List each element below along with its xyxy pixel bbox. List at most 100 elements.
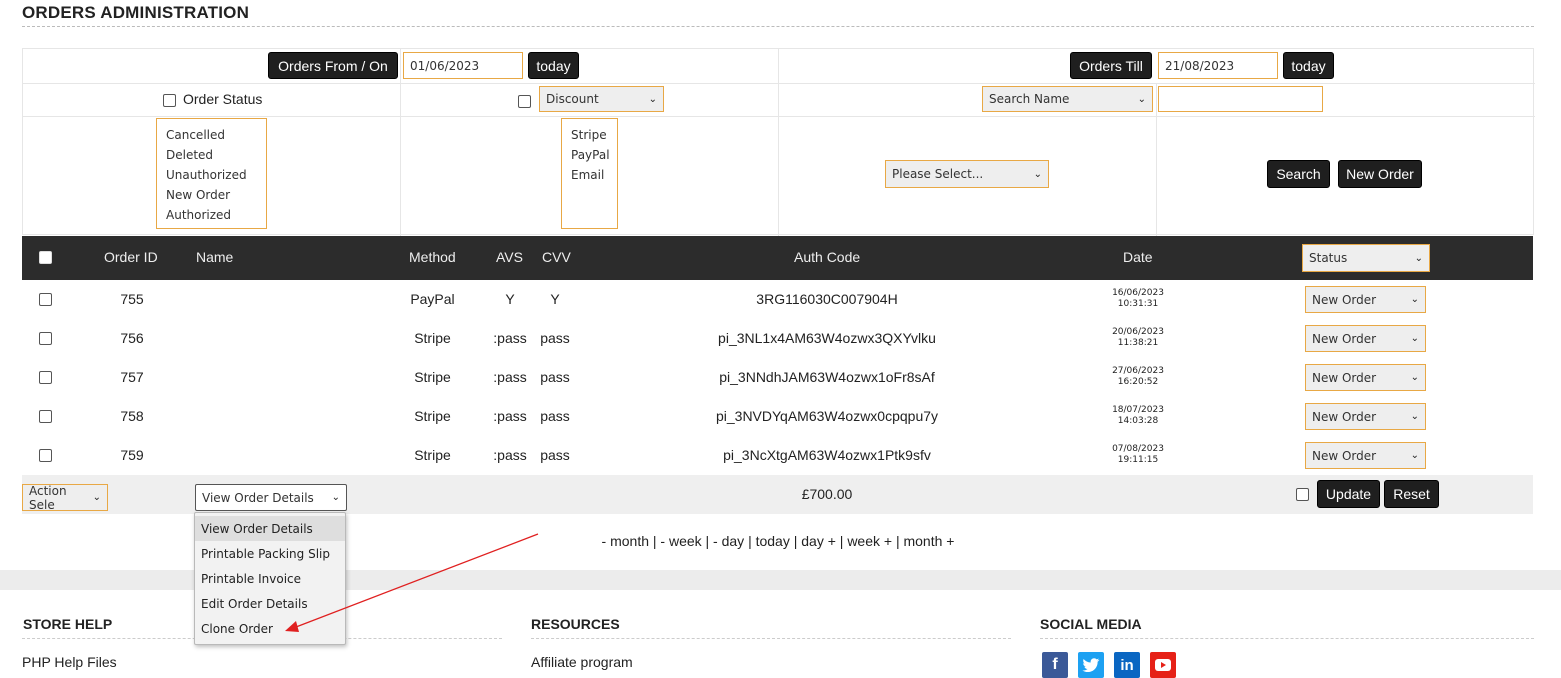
orders-table-header: Order ID Name Method AVS CVV Auth Code D… <box>22 236 1533 280</box>
row-checkbox[interactable] <box>39 332 52 345</box>
action-select-value: Action Sele <box>29 484 67 511</box>
order-method: Stripe <box>414 330 451 346</box>
search-button[interactable]: Search <box>1267 160 1330 188</box>
order-status-label: Order Status <box>183 91 263 107</box>
order-status-select[interactable]: New Order ⌄ <box>1305 286 1426 313</box>
listbox-option[interactable]: Cancelled <box>166 125 257 145</box>
order-date-day: 18/07/2023 <box>1112 405 1164 415</box>
listbox-option[interactable]: Authorized <box>166 205 257 225</box>
order-id[interactable]: 756 <box>107 330 157 346</box>
menu-item-clone-order[interactable]: Clone Order <box>195 616 345 641</box>
orders-from-button[interactable]: Orders From / On <box>268 52 398 79</box>
orders-till-button[interactable]: Orders Till <box>1070 52 1152 79</box>
update-checkbox[interactable] <box>1296 488 1309 501</box>
twitter-bird-glyph <box>1082 657 1100 672</box>
menu-item-printable-invoice[interactable]: Printable Invoice <box>195 566 345 591</box>
divider <box>23 83 1535 84</box>
order-id[interactable]: 757 <box>107 369 157 385</box>
view-order-select[interactable]: View Order Details ⌄ <box>195 484 347 511</box>
search-name-select[interactable]: Search Name ⌄ <box>982 86 1153 112</box>
row-checkbox[interactable] <box>39 410 52 423</box>
menu-item-edit-order-details[interactable]: Edit Order Details <box>195 591 345 616</box>
status-filter-value: Status <box>1309 251 1348 265</box>
header-avs: AVS <box>496 249 523 265</box>
order-status-select[interactable]: New Order ⌄ <box>1305 403 1426 430</box>
order-date: 20/06/2023 11:38:21 <box>1098 327 1178 349</box>
chevron-down-icon: ⌄ <box>1410 372 1419 383</box>
order-avs: :pass <box>493 447 527 463</box>
youtube-icon[interactable] <box>1150 652 1176 678</box>
please-select-dropdown[interactable]: Please Select... ⌄ <box>885 160 1049 188</box>
order-status-select[interactable]: New Order ⌄ <box>1305 442 1426 469</box>
menu-item-view-order-details[interactable]: View Order Details <box>195 516 345 541</box>
row-checkbox[interactable] <box>39 293 52 306</box>
table-row: 758 Stripe :pass pass pi_3NVDYqAM63W4ozw… <box>22 397 1533 437</box>
from-today-button[interactable]: today <box>528 52 579 79</box>
table-row: 757 Stripe :pass pass pi_3NNdhJAM63W4ozw… <box>22 358 1533 398</box>
new-order-button[interactable]: New Order <box>1338 160 1422 188</box>
order-cvv: pass <box>540 447 570 463</box>
row-checkbox[interactable] <box>39 449 52 462</box>
order-status-listbox[interactable]: Cancelled Deleted Unauthorized New Order… <box>156 118 267 229</box>
order-status-select[interactable]: New Order ⌄ <box>1305 325 1426 352</box>
resources-heading: RESOURCES <box>531 616 620 632</box>
linkedin-icon[interactable]: in <box>1114 652 1140 678</box>
order-id[interactable]: 755 <box>107 291 157 307</box>
listbox-option[interactable]: Deleted <box>166 145 257 165</box>
chevron-down-icon: ⌄ <box>1414 252 1423 264</box>
reset-button[interactable]: Reset <box>1384 480 1439 508</box>
date-navigation[interactable]: - month | - week | - day | today | day +… <box>540 533 1016 549</box>
action-select[interactable]: Action Sele ⌄ <box>22 484 108 511</box>
listbox-option[interactable]: PayPal <box>571 145 610 165</box>
twitter-icon[interactable] <box>1078 652 1104 678</box>
footer-divider <box>531 638 1011 639</box>
order-cvv: pass <box>540 369 570 385</box>
header-cvv: CVV <box>542 249 571 265</box>
status-filter-select[interactable]: Status ⌄ <box>1302 244 1430 272</box>
order-date: 18/07/2023 14:03:28 <box>1098 405 1178 427</box>
update-button[interactable]: Update <box>1317 480 1380 508</box>
order-date-day: 27/06/2023 <box>1112 366 1164 376</box>
order-status-checkbox[interactable] <box>163 94 176 107</box>
header-auth-code: Auth Code <box>794 249 861 265</box>
divider <box>23 116 1535 117</box>
listbox-option[interactable]: New Order <box>166 185 257 205</box>
facebook-icon[interactable]: f <box>1042 652 1068 678</box>
search-text-input[interactable] <box>1158 86 1323 112</box>
chevron-down-icon: ⌄ <box>1410 411 1419 422</box>
order-avs: :pass <box>493 330 527 346</box>
order-avs: Y <box>505 291 515 307</box>
php-help-link[interactable]: PHP Help Files <box>22 654 117 670</box>
order-status-value: New Order <box>1312 370 1377 385</box>
orders-from-input[interactable]: 01/06/2023 <box>403 52 523 79</box>
order-date: 27/06/2023 16:20:52 <box>1098 366 1178 388</box>
payment-method-listbox[interactable]: Stripe PayPal Email <box>561 118 618 229</box>
listbox-option[interactable]: Stripe <box>571 125 608 145</box>
order-id[interactable]: 758 <box>107 408 157 424</box>
listbox-option[interactable]: Unauthorized <box>166 165 257 185</box>
select-all-checkbox[interactable] <box>39 251 52 264</box>
order-status-select[interactable]: New Order ⌄ <box>1305 364 1426 391</box>
discount-select[interactable]: Discount ⌄ <box>539 86 664 112</box>
header-order-id: Order ID <box>104 249 158 265</box>
affiliate-link[interactable]: Affiliate program <box>531 654 633 670</box>
menu-item-printable-packing-slip[interactable]: Printable Packing Slip <box>195 541 345 566</box>
chevron-down-icon: ⌄ <box>92 492 101 503</box>
order-cvv: Y <box>550 291 560 307</box>
orders-till-input[interactable]: 21/08/2023 <box>1158 52 1278 79</box>
discount-checkbox[interactable] <box>518 95 531 108</box>
till-today-button[interactable]: today <box>1283 52 1334 79</box>
order-cvv: pass <box>540 330 570 346</box>
order-auth-code: 3RG116030C007904H <box>756 291 898 307</box>
listbox-option[interactable]: Email <box>571 165 608 185</box>
order-date-day: 16/06/2023 <box>1112 288 1164 298</box>
table-row: 756 Stripe :pass pass pi_3NL1x4AM63W4ozw… <box>22 319 1533 359</box>
order-date-day: 07/08/2023 <box>1112 444 1164 454</box>
chevron-down-icon: ⌄ <box>648 93 657 105</box>
divider <box>778 49 779 236</box>
order-id[interactable]: 759 <box>107 447 157 463</box>
order-auth-code: pi_3NVDYqAM63W4ozwx0cpqpu7y <box>715 408 939 424</box>
table-row: 759 Stripe :pass pass pi_3NcXtgAM63W4ozw… <box>22 436 1533 476</box>
row-checkbox[interactable] <box>39 371 52 384</box>
order-date-time: 10:31:31 <box>1117 299 1159 309</box>
